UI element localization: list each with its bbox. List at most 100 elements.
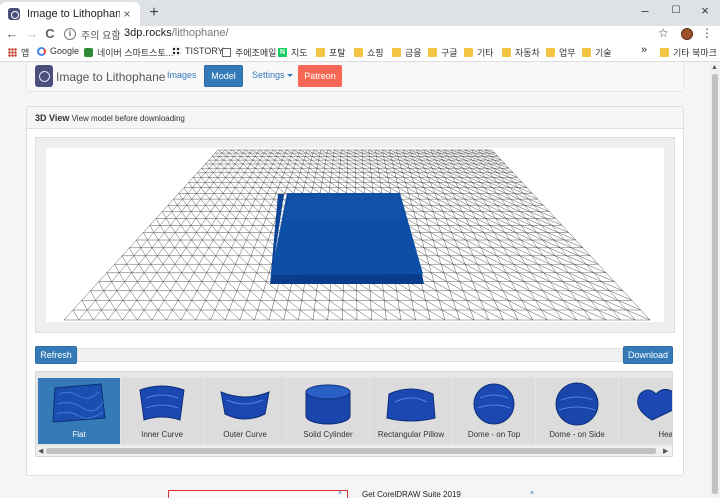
- shape-option-heart[interactable]: Hea: [619, 378, 673, 444]
- shape-option-dome-on-top[interactable]: Dome - on Top: [453, 378, 535, 444]
- 3d-canvas[interactable]: [46, 148, 664, 322]
- gallery-horizontal-scrollbar[interactable]: ◀ ▶: [36, 446, 672, 456]
- shape-option-flat[interactable]: Flat: [38, 378, 120, 444]
- bookmark-folder-etc[interactable]: 기타: [464, 46, 494, 59]
- site-info-icon[interactable]: i: [64, 28, 76, 40]
- bookmark-mail[interactable]: 주에조메일: [222, 46, 276, 59]
- site-brand[interactable]: Image to Lithophane: [56, 70, 165, 84]
- bookmark-label: Google: [50, 46, 80, 56]
- bookmarks-bar: 앱 Google 네이버 스마트스토... TISTORY 주에조메일 N 지도 …: [0, 42, 720, 62]
- rectangular-pillow-shape-icon: [386, 388, 436, 422]
- browser-titlebar: Image to Lithophane × + – ☐ ×: [0, 0, 720, 26]
- refresh-button[interactable]: Refresh: [35, 346, 77, 364]
- bookmark-label: 자동차: [515, 48, 540, 58]
- bookmark-label: 네이버 스마트스토...: [97, 48, 174, 58]
- apps-grid-icon: [8, 48, 17, 57]
- window-minimize-button[interactable]: –: [630, 0, 660, 26]
- ad-close-icon-secondary[interactable]: ×: [530, 490, 534, 497]
- gallery-scroll-thumb[interactable]: [46, 448, 656, 454]
- browser-tab[interactable]: Image to Lithophane ×: [0, 2, 140, 26]
- shape-label: Hea: [658, 430, 673, 439]
- dome-side-shape-icon: [555, 382, 599, 426]
- bookmark-star-icon[interactable]: ☆: [658, 26, 669, 40]
- security-warning[interactable]: 주의 요함: [81, 27, 121, 42]
- ad-title[interactable]: Get CorelDRAW Suite 2019: [362, 490, 461, 498]
- bookmark-label: 기타 북마크: [673, 48, 717, 58]
- browser-menu-icon[interactable]: ⋮: [701, 26, 713, 40]
- google-icon: [37, 46, 46, 56]
- lithophane-logo-icon[interactable]: [35, 65, 53, 87]
- scroll-right-icon[interactable]: ▶: [663, 447, 668, 455]
- scroll-left-icon[interactable]: ◀: [38, 447, 43, 455]
- new-tab-button[interactable]: +: [146, 5, 162, 21]
- shape-label: Dome - on Side: [549, 430, 605, 439]
- folder-icon: [502, 48, 511, 57]
- shape-option-solid-cylinder[interactable]: Solid Cylinder: [287, 378, 369, 444]
- bookmark-apps[interactable]: 앱: [8, 46, 29, 59]
- nav-patreon[interactable]: Patreon: [298, 65, 342, 87]
- inner-curve-shape-icon: [139, 385, 185, 421]
- model-shape-gallery: Flat Inner Curve Outer Curve Solid Cylin…: [35, 371, 673, 457]
- 3d-viewport[interactable]: [35, 137, 675, 333]
- shape-label: Solid Cylinder: [303, 430, 353, 439]
- nav-model[interactable]: Model: [204, 65, 243, 87]
- panel-subtitle: View model before downloading: [71, 114, 185, 123]
- nav-settings[interactable]: Settings: [252, 70, 293, 80]
- page-vertical-scrollbar[interactable]: ▲: [710, 62, 720, 498]
- bookmark-label: 업무: [559, 48, 576, 58]
- shape-option-rectangular-pillow[interactable]: Rectangular Pillow: [370, 378, 452, 444]
- bookmark-tistory[interactable]: TISTORY: [172, 46, 224, 56]
- bookmark-folder-shopping[interactable]: 쇼핑: [354, 46, 384, 59]
- bookmark-folder-portal[interactable]: 포탈: [316, 46, 346, 59]
- solid-cylinder-shape-icon: [305, 384, 351, 425]
- tab-close-icon[interactable]: ×: [120, 7, 134, 21]
- bookmark-other[interactable]: 기타 북마크: [660, 46, 717, 59]
- profile-avatar[interactable]: [681, 28, 693, 40]
- bookmark-naver-store[interactable]: 네이버 스마트스토...: [84, 46, 173, 59]
- site-navbar: Image to Lithophane Images Model Setting…: [26, 62, 684, 92]
- shape-option-outer-curve[interactable]: Outer Curve: [204, 378, 286, 444]
- 3d-scene[interactable]: [46, 148, 664, 322]
- caret-down-icon: [286, 74, 293, 78]
- scroll-up-icon[interactable]: ▲: [711, 64, 718, 71]
- lithophane-favicon-icon: [8, 8, 20, 20]
- bookmark-folder-work[interactable]: 업무: [546, 46, 576, 59]
- shape-option-inner-curve[interactable]: Inner Curve: [121, 378, 203, 444]
- shape-label: Inner Curve: [141, 430, 183, 439]
- bookmark-label: 앱: [21, 48, 30, 58]
- bookmark-folder-car[interactable]: 자동차: [502, 46, 540, 59]
- back-arrow-icon[interactable]: ←: [4, 26, 20, 42]
- ad-image-placeholder[interactable]: [168, 490, 348, 498]
- browser-toolbar: ← → C i 주의 요함 3dp.rocks/lithophane/ ☆ ⋮: [0, 26, 720, 42]
- bookmark-label: 기술: [595, 48, 612, 58]
- naver-icon: N: [278, 48, 287, 57]
- shape-option-dome-on-side[interactable]: Dome - on Side: [536, 378, 618, 444]
- 3d-view-panel: 3D View View model before downloading Re…: [26, 106, 684, 476]
- url-path: /lithophane/: [171, 27, 229, 39]
- progress-bar: [77, 348, 623, 362]
- bookmark-folder-finance[interactable]: 금융: [392, 46, 422, 59]
- folder-icon: [464, 48, 473, 57]
- bookmark-folder-google[interactable]: 구글: [428, 46, 458, 59]
- page-content: Image to Lithophane Images Model Setting…: [0, 62, 720, 498]
- ad-close-icon[interactable]: ×: [338, 490, 342, 497]
- bookmark-map[interactable]: N 지도: [278, 46, 308, 59]
- window-close-button[interactable]: ×: [690, 0, 720, 26]
- download-button[interactable]: Download: [623, 346, 673, 364]
- nav-images[interactable]: Images: [167, 70, 197, 80]
- bookmark-google[interactable]: Google: [37, 46, 79, 56]
- bookmark-folder-tech[interactable]: 기술: [582, 46, 612, 59]
- reload-icon[interactable]: C: [42, 26, 58, 42]
- tistory-icon: [172, 46, 181, 56]
- nav-settings-label: Settings: [252, 70, 285, 80]
- bookmarks-overflow-button[interactable]: »: [641, 44, 647, 56]
- bookmark-label: 쇼핑: [367, 48, 384, 58]
- bookmark-label: 주에조메일: [235, 48, 277, 58]
- page-scroll-thumb[interactable]: [712, 74, 718, 494]
- address-bar[interactable]: 3dp.rocks/lithophane/: [124, 27, 229, 39]
- forward-arrow-icon[interactable]: →: [24, 26, 40, 42]
- document-icon: [222, 48, 231, 57]
- window-maximize-button[interactable]: ☐: [661, 0, 691, 26]
- address-separator: [116, 28, 117, 40]
- advertisement-banner[interactable]: × Get CorelDRAW Suite 2019 ×: [168, 490, 542, 498]
